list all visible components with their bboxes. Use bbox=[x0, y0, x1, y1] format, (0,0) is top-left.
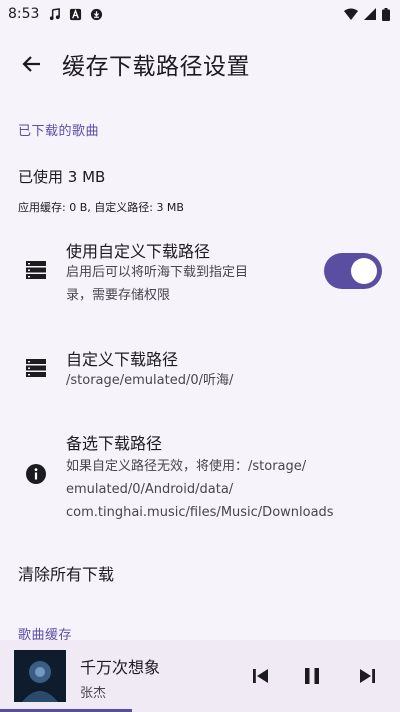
section-header-downloaded: 已下载的歌曲 bbox=[18, 124, 100, 139]
mini-player[interactable]: 千万次想象 张杰 bbox=[0, 640, 400, 712]
font-a-icon bbox=[70, 8, 82, 20]
custom-path-title: 自定义下载路径 bbox=[66, 350, 179, 369]
clear-all-downloads-button[interactable]: 清除所有下载 bbox=[18, 561, 114, 585]
arrow-left-icon bbox=[22, 56, 40, 72]
status-bar: 8:53 bbox=[0, 0, 400, 28]
album-art[interactable] bbox=[14, 650, 66, 702]
status-right bbox=[344, 7, 390, 21]
wifi-icon bbox=[344, 8, 358, 20]
music-note-icon bbox=[50, 7, 61, 20]
status-time: 8:53 bbox=[8, 6, 40, 22]
custom-path-value: /storage/emulated/0/听海/ bbox=[66, 373, 234, 388]
status-notification-icons bbox=[48, 7, 103, 21]
page-title: 缓存下载路径设置 bbox=[62, 54, 250, 80]
skip-previous-button[interactable] bbox=[247, 662, 275, 690]
signal-icon bbox=[364, 8, 376, 20]
custom-path-switch[interactable] bbox=[324, 253, 382, 289]
battery-icon bbox=[382, 7, 390, 21]
fallback-path-line2: emulated/0/Android/data/ bbox=[66, 482, 234, 497]
app-bar: 缓存下载路径设置 bbox=[0, 36, 400, 92]
fallback-path-line1: 如果自定义路径无效，将使用：/storage/ bbox=[66, 459, 307, 474]
info-icon bbox=[24, 462, 48, 486]
custom-path-toggle-subtitle-line2: 录，需要存储权限 bbox=[66, 288, 171, 303]
storage-used-text: 已使用 3 MB bbox=[18, 168, 106, 186]
fallback-path-row[interactable]: 备选下载路径 如果自定义路径无效，将使用：/storage/ emulated/… bbox=[0, 422, 400, 526]
track-title: 千万次想象 bbox=[80, 658, 161, 677]
skip-next-button[interactable] bbox=[353, 662, 381, 690]
track-artist: 张杰 bbox=[80, 686, 107, 701]
pause-button[interactable] bbox=[298, 662, 326, 690]
status-left: 8:53 bbox=[8, 6, 103, 22]
storage-icon bbox=[24, 258, 48, 282]
skip-next-icon bbox=[360, 669, 375, 683]
pause-icon bbox=[305, 668, 319, 684]
back-button[interactable] bbox=[4, 36, 60, 92]
storage-detail-text: 应用缓存: 0 B, 自定义路径: 3 MB bbox=[18, 201, 184, 214]
fallback-path-title: 备选下载路径 bbox=[66, 434, 163, 453]
skip-previous-icon bbox=[253, 669, 268, 683]
fallback-path-line3: com.tinghai.music/files/Music/Downloads bbox=[66, 505, 334, 520]
switch-knob bbox=[351, 258, 377, 284]
custom-path-row[interactable]: 自定义下载路径 /storage/emulated/0/听海/ bbox=[0, 336, 400, 400]
custom-path-toggle-title: 使用自定义下载路径 bbox=[66, 242, 211, 261]
custom-path-toggle-subtitle-line1: 启用后可以将听海下载到指定目 bbox=[66, 265, 249, 280]
download-circle-icon bbox=[91, 8, 103, 20]
storage-icon bbox=[24, 356, 48, 380]
